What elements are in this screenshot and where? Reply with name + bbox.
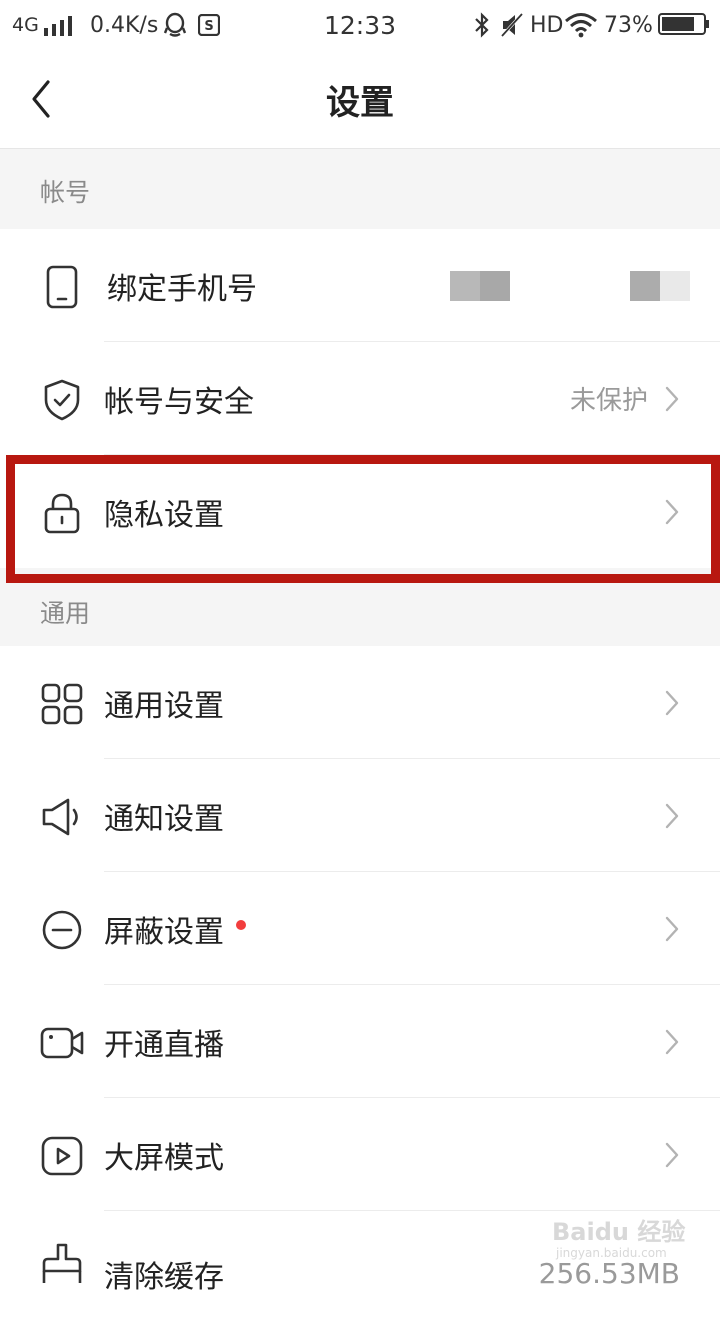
hd-text: HD	[530, 12, 564, 38]
hd-indicator: HD	[530, 8, 563, 42]
row-privacy-settings[interactable]: 隐私设置	[0, 455, 720, 568]
section-header-general: 通用	[0, 568, 720, 646]
chevron-right-icon	[665, 690, 679, 716]
page-title: 设置	[326, 82, 394, 123]
row-label: 大屏模式	[104, 1140, 224, 1176]
chevron-right-icon	[665, 1029, 679, 1055]
watermark-sub: jingyan.baidu.com	[556, 1246, 667, 1260]
play-screen-icon	[41, 1136, 83, 1176]
clock-text: 12:33	[323, 10, 397, 40]
row-general-settings[interactable]: 通用设置	[0, 646, 720, 759]
row-account-security[interactable]: 帐号与安全 未保护	[0, 342, 720, 455]
battery-icon	[658, 13, 709, 35]
row-label: 绑定手机号	[107, 271, 257, 307]
row-start-live[interactable]: 开通直播	[0, 985, 720, 1098]
row-bind-phone[interactable]: 绑定手机号	[0, 229, 720, 342]
section-header-account: 帐号	[0, 149, 720, 229]
speaker-icon	[42, 798, 78, 836]
row-label-wrap: 屏蔽设置	[104, 872, 246, 985]
bluetooth-icon	[475, 12, 489, 38]
minus-circle-icon	[42, 910, 82, 950]
masked-phone-part	[450, 271, 510, 301]
chevron-right-icon	[665, 916, 679, 942]
row-value: 未保护	[569, 386, 648, 416]
shield-check-icon	[44, 379, 80, 421]
chevron-right-icon	[665, 803, 679, 829]
row-label: 帐号与安全	[104, 384, 254, 420]
red-dot-badge	[236, 919, 246, 930]
video-camera-icon	[40, 1027, 84, 1059]
row-notification-settings[interactable]: 通知设置	[0, 759, 720, 872]
chevron-right-icon	[665, 499, 679, 525]
section-title: 帐号	[40, 178, 91, 207]
back-button[interactable]	[22, 72, 66, 126]
row-label: 隐私设置	[104, 497, 224, 533]
row-label: 通知设置	[104, 801, 224, 837]
watermark: Baidu 经验	[552, 1218, 686, 1246]
row-label: 通用设置	[104, 688, 224, 724]
chevron-right-icon	[665, 1142, 679, 1168]
title-bar: 设置	[0, 50, 720, 148]
status-bar: 4G 0.4K/s S 12:33 HD 73%	[0, 0, 720, 50]
row-large-screen-mode[interactable]: 大屏模式	[0, 1098, 720, 1211]
row-label: 屏蔽设置	[104, 914, 224, 950]
section-title: 通用	[40, 599, 91, 628]
battery-percent: 73%	[604, 8, 653, 42]
chevron-left-icon	[32, 80, 50, 118]
battery-percent-text: 73%	[604, 12, 653, 38]
lock-icon	[44, 493, 80, 534]
row-block-settings[interactable]: 屏蔽设置	[0, 872, 720, 985]
chevron-right-icon	[665, 386, 679, 412]
grid-icon	[41, 683, 83, 725]
masked-phone-part	[630, 271, 690, 301]
row-label: 清除缓存	[104, 1259, 224, 1295]
brush-icon	[42, 1243, 82, 1283]
mute-icon	[500, 12, 524, 38]
row-label: 开通直播	[104, 1027, 224, 1063]
phone-icon	[46, 265, 78, 309]
wifi-icon	[565, 13, 597, 38]
